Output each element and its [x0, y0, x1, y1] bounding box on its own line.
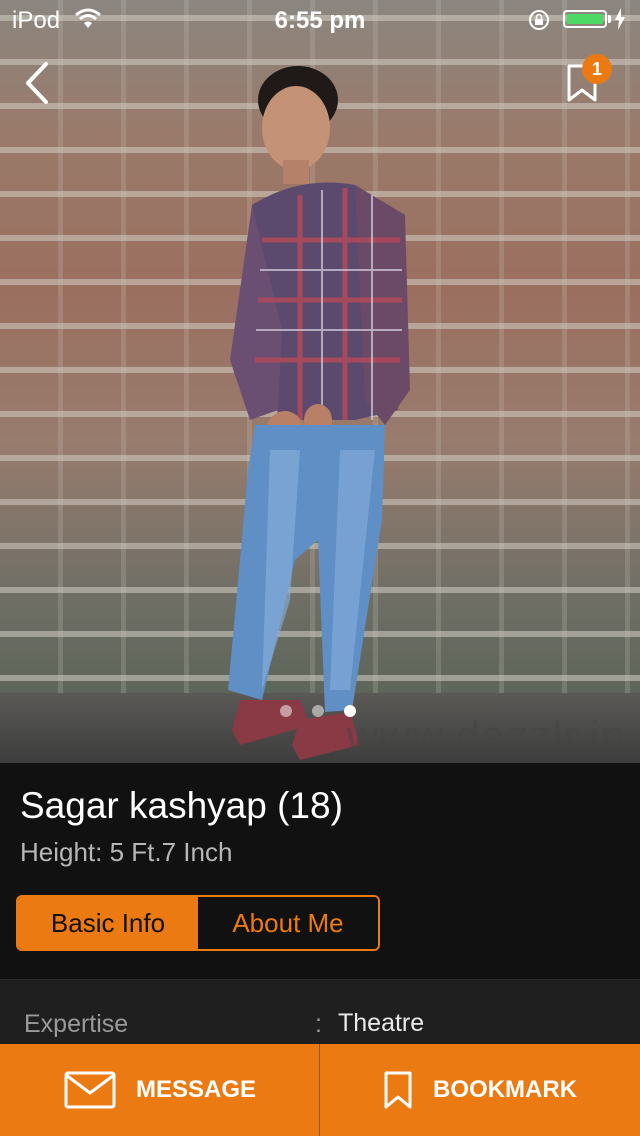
message-button-label: MESSAGE: [135, 1076, 257, 1103]
rotation-lock-icon: [529, 10, 549, 30]
envelope-icon: [64, 1071, 116, 1109]
action-divider: [319, 1044, 320, 1136]
profile-name: Sagar kashyap (18): [20, 785, 343, 826]
chevron-left-icon[interactable]: [20, 58, 60, 108]
tab-basic-info[interactable]: Basic Info: [18, 897, 198, 949]
bookmark-button[interactable]: BOOKMARK: [320, 1044, 640, 1136]
bookmark-icon: [384, 1071, 412, 1109]
detail-label: Expertise: [24, 1010, 129, 1038]
profile-info: Sagar kashyap (18) Height: 5 Ft.7 Inch B…: [0, 763, 640, 979]
page-dot-active[interactable]: [344, 705, 356, 717]
detail-value: Theatre: [338, 1009, 425, 1037]
page-indicator[interactable]: [280, 705, 356, 717]
profile-photo[interactable]: www.dazzlr.in: [0, 0, 640, 763]
profile-tabs: Basic Info About Me: [16, 895, 380, 951]
action-bar: MESSAGE BOOKMARK: [0, 1044, 640, 1136]
message-button[interactable]: MESSAGE: [0, 1044, 320, 1136]
bookmark-count-badge: 1: [582, 54, 612, 84]
person-figure: [228, 66, 410, 760]
page-dot[interactable]: [312, 705, 324, 717]
status-bar: iPod 6:55 pm: [0, 0, 640, 40]
bookmark-button-label: BOOKMARK: [433, 1076, 577, 1103]
charging-icon: [615, 8, 625, 30]
page-dot[interactable]: [280, 705, 292, 717]
battery-level: [567, 14, 603, 24]
detail-row: Expertise : Theatre: [0, 979, 640, 1046]
detail-separator: :: [315, 1010, 322, 1038]
battery-icon: [563, 10, 607, 28]
profile-height: Height: 5 Ft.7 Inch: [20, 837, 233, 867]
watermark: www.dazzlr.in: [346, 712, 626, 761]
tab-about-me[interactable]: About Me: [198, 897, 378, 949]
